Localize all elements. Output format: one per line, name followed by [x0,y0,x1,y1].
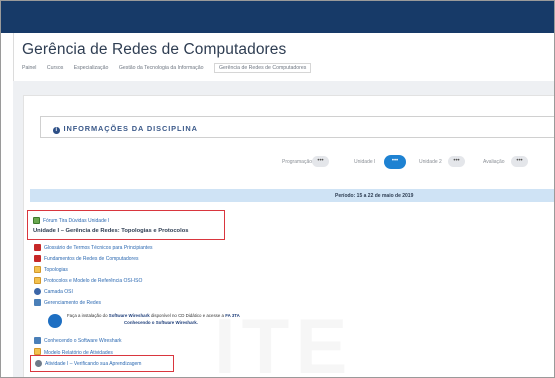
highlight-box-unit [27,210,225,240]
tab-avaliacao[interactable]: Avaliação [483,159,505,165]
tab-unidade-1-expand[interactable]: ••• [384,155,406,169]
course-info-section[interactable]: i INFORMAÇÕES DA DISCIPLINA [40,116,554,138]
resource-link-topologias[interactable]: Topologias [44,267,68,273]
top-navbar [1,1,554,33]
tab-avaliacao-expand[interactable]: ••• [511,156,528,167]
file-icon [34,348,41,355]
resource-link-wireshark[interactable]: Conhecendo o Software Wireshark [44,338,122,344]
page-header: Gerência de Redes de Computadores Painel… [13,33,554,81]
circle-icon [34,288,41,295]
breadcrumb-item-painel[interactable]: Painel [22,65,36,71]
resource-link-fundamentos[interactable]: Fundamentos de Redes de Computadores [44,256,139,262]
notice-software: Software Wireshark [108,313,150,318]
breadcrumb: Painel Cursos Especialização Gestão da T… [22,63,312,73]
activity-icon [35,360,42,367]
period-text: Período: 15 a 22 de maio de 2019 [335,192,414,199]
folder-icon [34,337,41,344]
notice-line-2: Conhecendo o Software Wireshark. [124,320,198,325]
browser-frame: Gerência de Redes de Computadores Painel… [0,0,555,378]
notice-prefix: Faça a instalação do [67,313,108,318]
file-icon [34,266,41,273]
resource-link-glossario[interactable]: Glossário de Termos Técnicos para Princi… [44,245,152,251]
forum-icon [33,217,40,224]
forum-link[interactable]: Fórum Tira Dúvidas Unidade I [43,218,109,224]
info-icon: i [53,127,60,134]
notice-icon [48,314,62,328]
tab-programacao-expand[interactable]: ••• [312,156,329,167]
page-title: Gerência de Redes de Computadores [22,41,287,58]
folder-icon [34,299,41,306]
pdf-icon [34,255,41,262]
file-icon [34,277,41,284]
resource-link-protocolos[interactable]: Protocolos e Modelo de Referência OSI-IS… [44,278,142,284]
background-watermark: ITE [214,302,354,378]
unit-title: Unidade I – Gerência de Redes: Topologia… [33,228,189,234]
breadcrumb-item-especializacao[interactable]: Especialização [74,65,109,71]
period-bar: Período: 15 a 22 de maio de 2019 [30,189,554,202]
breadcrumb-item-gestao-ti[interactable]: Gestão da Tecnologia da Informação [119,65,204,71]
pdf-icon [34,244,41,251]
notice-suffix: disponível no CD Didático e acesse a [150,313,224,318]
resource-link-camada-osi[interactable]: Camada OSI [44,289,73,295]
breadcrumb-item-cursos[interactable]: Cursos [47,65,63,71]
tab-unidade-1[interactable]: Unidade I [354,159,375,165]
activity-link[interactable]: Atividade I – Verificando sua Aprendizag… [45,361,141,367]
course-info-heading: i INFORMAÇÕES DA DISCIPLINA [53,124,198,134]
tab-unidade-2-expand[interactable]: ••• [448,156,465,167]
breadcrumb-item-course[interactable]: Gerência de Redes de Computadores [213,63,312,73]
tab-programacao[interactable]: Programação [282,159,312,165]
tab-unidade-2[interactable]: Unidade 2 [419,159,442,165]
course-info-label: INFORMAÇÕES DA DISCIPLINA [63,124,198,133]
resource-link-gerenciamento[interactable]: Gerenciamento de Redes [44,300,101,306]
